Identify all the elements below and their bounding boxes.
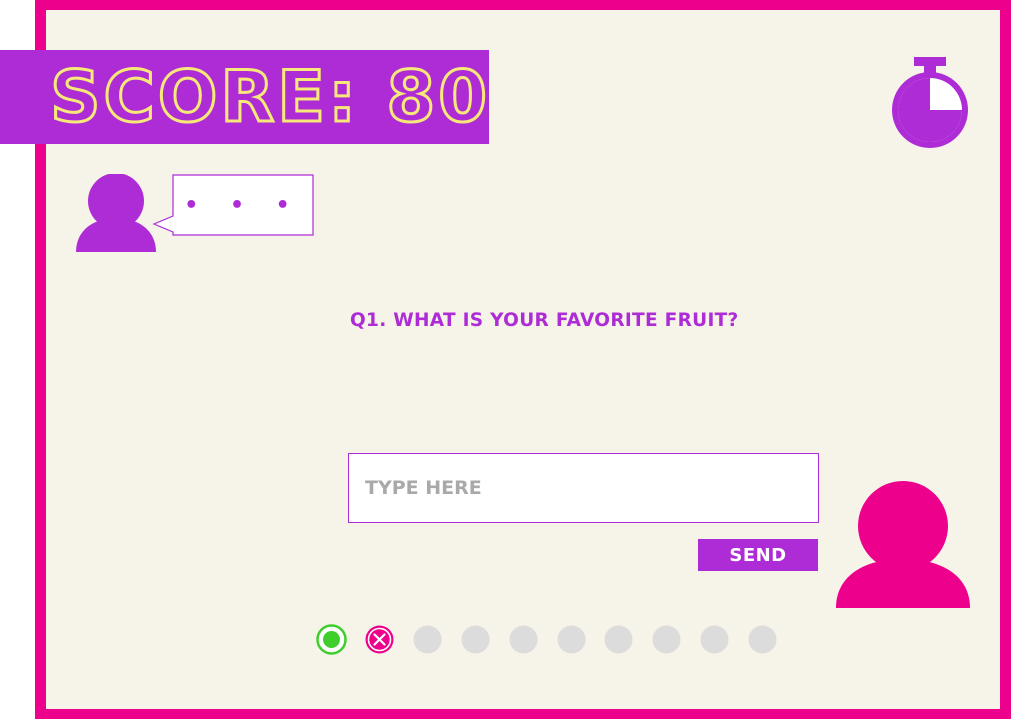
progress-dot-pending — [604, 625, 633, 654]
bot-typing-indicator: • • • — [184, 192, 302, 218]
progress-dot-wrong — [365, 625, 394, 654]
score-banner: SCORE: 80 — [0, 50, 489, 144]
question-progress — [316, 624, 786, 656]
send-button[interactable]: SEND — [698, 539, 818, 571]
bot-avatar-icon — [76, 174, 156, 252]
score-value: 80 — [385, 55, 490, 140]
score-display: SCORE: 80 — [0, 50, 540, 144]
progress-dot-pending — [413, 625, 442, 654]
progress-dot-pending — [652, 625, 681, 654]
answer-input[interactable] — [348, 453, 819, 523]
progress-dot-pending — [461, 625, 490, 654]
progress-dot-correct — [316, 624, 347, 655]
progress-dot-pending — [509, 625, 538, 654]
stopwatch-icon — [892, 57, 968, 148]
question-text: Q1. WHAT IS YOUR FAVORITE FRUIT? — [350, 310, 739, 331]
progress-dot-pending — [748, 625, 777, 654]
progress-dot-pending — [700, 625, 729, 654]
user-avatar-icon — [836, 481, 970, 608]
score-label: SCORE: — [49, 55, 360, 140]
progress-dot-pending — [557, 625, 585, 654]
